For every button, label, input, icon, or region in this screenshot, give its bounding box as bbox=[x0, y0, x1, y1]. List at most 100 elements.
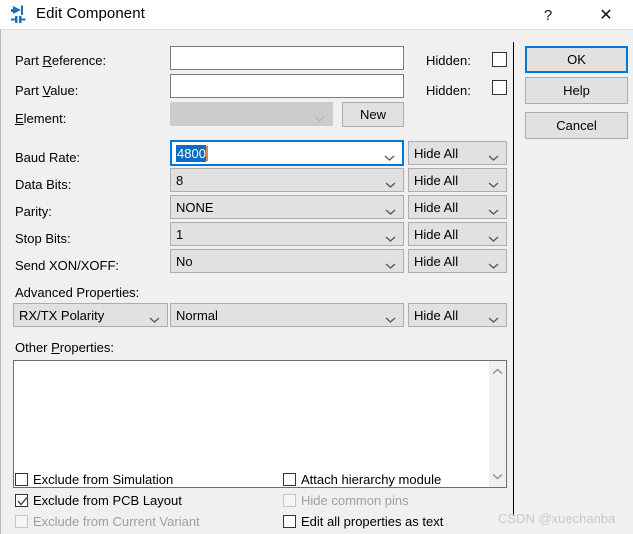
watermark: CSDN @xuechanba bbox=[498, 511, 616, 526]
checkbox-box bbox=[15, 515, 28, 528]
stop-bits-combobox[interactable]: 1 bbox=[170, 222, 404, 246]
chevron-down-icon bbox=[488, 204, 499, 215]
data-bits-combobox[interactable]: 8 bbox=[170, 168, 404, 192]
part-value-input[interactable] bbox=[170, 74, 404, 98]
chevron-down-icon bbox=[488, 150, 499, 161]
send-xon-xoff-value: No bbox=[176, 253, 193, 269]
baud-rate-visibility-value: Hide All bbox=[414, 145, 459, 161]
baud-rate-combobox[interactable]: 4800 bbox=[170, 140, 404, 166]
checkbox-attach-hierarchy-module[interactable]: Attach hierarchy module bbox=[283, 472, 441, 487]
vertical-divider bbox=[513, 42, 514, 516]
element-combobox[interactable] bbox=[170, 102, 333, 126]
component-icon bbox=[9, 5, 29, 25]
ok-button-label: OK bbox=[567, 52, 586, 67]
stop-bits-value: 1 bbox=[176, 226, 184, 242]
chevron-down-icon bbox=[149, 312, 160, 323]
part-reference-hidden-label: Hidden: bbox=[426, 53, 471, 68]
help-button[interactable]: Help bbox=[525, 77, 628, 104]
other-properties-label: Other Properties: bbox=[15, 340, 114, 355]
checkbox-label: Exclude from Current Variant bbox=[33, 514, 200, 529]
close-button[interactable]: ✕ bbox=[586, 0, 626, 30]
prop-label-0: Baud Rate: bbox=[15, 150, 81, 165]
chevron-down-icon bbox=[314, 111, 325, 122]
other-properties-text[interactable] bbox=[14, 361, 489, 487]
stop-bits-visibility-value: Hide All bbox=[414, 226, 459, 242]
part-value-label: Part Value: bbox=[15, 83, 79, 98]
data-bits-value: 8 bbox=[176, 172, 184, 188]
send-xon-xoff-combobox[interactable]: No bbox=[170, 249, 404, 273]
checkbox-label: Exclude from PCB Layout bbox=[33, 493, 182, 508]
advanced-visibility-value: Hide All bbox=[414, 307, 459, 323]
send-xon-xoff-visibility-combobox[interactable]: Hide All bbox=[408, 249, 507, 273]
help-titlebar-button[interactable]: ? bbox=[528, 0, 568, 30]
checkbox-box bbox=[492, 52, 507, 67]
question-mark-icon: ? bbox=[543, 6, 553, 24]
other-properties-textarea[interactable] bbox=[13, 360, 507, 488]
part-value-hidden-label: Hidden: bbox=[426, 83, 471, 98]
scroll-up-icon[interactable] bbox=[489, 363, 506, 380]
checkbox-hide-common-pins: Hide common pins bbox=[283, 493, 409, 508]
checkbox-exclude-from-simulation[interactable]: Exclude from Simulation bbox=[15, 472, 173, 487]
checkbox-box bbox=[283, 494, 296, 507]
advanced-property-name-combobox[interactable]: RX/TX Polarity bbox=[13, 303, 168, 327]
advanced-property-value-combobox[interactable]: Normal bbox=[170, 303, 404, 327]
part-value-hidden-checkbox[interactable] bbox=[492, 80, 512, 95]
part-reference-hidden-checkbox[interactable] bbox=[492, 52, 512, 67]
checkbox-box bbox=[492, 80, 507, 95]
chevron-down-icon bbox=[385, 204, 396, 215]
title-bar: Edit Component ? ✕ bbox=[0, 0, 633, 30]
advanced-visibility-combobox[interactable]: Hide All bbox=[408, 303, 507, 327]
parity-visibility-combobox[interactable]: Hide All bbox=[408, 195, 507, 219]
prop-label-3: Stop Bits: bbox=[15, 231, 71, 246]
text-caret bbox=[205, 145, 208, 161]
checkbox-box bbox=[283, 515, 296, 528]
checkbox-exclude-from-current-variant: Exclude from Current Variant bbox=[15, 514, 200, 529]
window-title: Edit Component bbox=[36, 5, 145, 22]
send-xon-xoff-visibility-value: Hide All bbox=[414, 253, 459, 269]
element-label: Element: bbox=[15, 111, 67, 126]
chevron-down-icon bbox=[488, 312, 499, 323]
stop-bits-visibility-combobox[interactable]: Hide All bbox=[408, 222, 507, 246]
parity-visibility-value: Hide All bbox=[414, 199, 459, 215]
advanced-properties-label: Advanced Properties: bbox=[15, 285, 140, 300]
part-reference-label: Part Reference: bbox=[15, 53, 107, 68]
dialog-body: Part Reference: Hidden: Part Value: Hidd… bbox=[0, 30, 633, 534]
help-button-label: Help bbox=[563, 83, 590, 98]
ok-button[interactable]: OK bbox=[525, 46, 628, 73]
prop-label-4: Send XON/XOFF: bbox=[15, 258, 120, 273]
chevron-down-icon bbox=[384, 150, 395, 161]
chevron-down-icon bbox=[385, 231, 396, 242]
checkbox-label: Edit all properties as text bbox=[301, 514, 444, 529]
scroll-down-icon[interactable] bbox=[489, 468, 506, 485]
checkmark-icon bbox=[17, 495, 28, 506]
checkbox-edit-all-properties-as-text[interactable]: Edit all properties as text bbox=[283, 514, 443, 529]
chevron-down-icon bbox=[488, 177, 499, 188]
chevron-down-icon bbox=[385, 177, 396, 188]
prop-label-1: Data Bits: bbox=[15, 177, 72, 192]
checkbox-label: Hide common pins bbox=[301, 493, 409, 508]
parity-value: NONE bbox=[176, 199, 214, 215]
checkbox-box bbox=[15, 473, 28, 486]
baud-rate-visibility-combobox[interactable]: Hide All bbox=[408, 141, 507, 165]
baud-rate-value: 4800 bbox=[176, 144, 206, 162]
prop-label-2: Parity: bbox=[15, 204, 52, 219]
cancel-button-label: Cancel bbox=[556, 118, 597, 133]
advanced-property-value-text: Normal bbox=[176, 307, 218, 323]
part-reference-input[interactable] bbox=[170, 46, 404, 70]
data-bits-visibility-combobox[interactable]: Hide All bbox=[408, 168, 507, 192]
checkbox-label: Attach hierarchy module bbox=[301, 472, 442, 487]
checkbox-box bbox=[283, 473, 296, 486]
chevron-down-icon bbox=[488, 231, 499, 242]
other-properties-scrollbar[interactable] bbox=[488, 361, 506, 487]
new-element-button[interactable]: New bbox=[342, 102, 404, 127]
parity-combobox[interactable]: NONE bbox=[170, 195, 404, 219]
chevron-down-icon bbox=[488, 258, 499, 269]
checkbox-label: Exclude from Simulation bbox=[33, 472, 174, 487]
checkbox-box bbox=[15, 494, 28, 507]
checkbox-exclude-from-pcb-layout[interactable]: Exclude from PCB Layout bbox=[15, 493, 182, 508]
cancel-button[interactable]: Cancel bbox=[525, 112, 628, 139]
chevron-down-icon bbox=[385, 312, 396, 323]
close-icon: ✕ bbox=[599, 7, 613, 24]
chevron-down-icon bbox=[385, 258, 396, 269]
new-element-button-label: New bbox=[359, 107, 386, 122]
